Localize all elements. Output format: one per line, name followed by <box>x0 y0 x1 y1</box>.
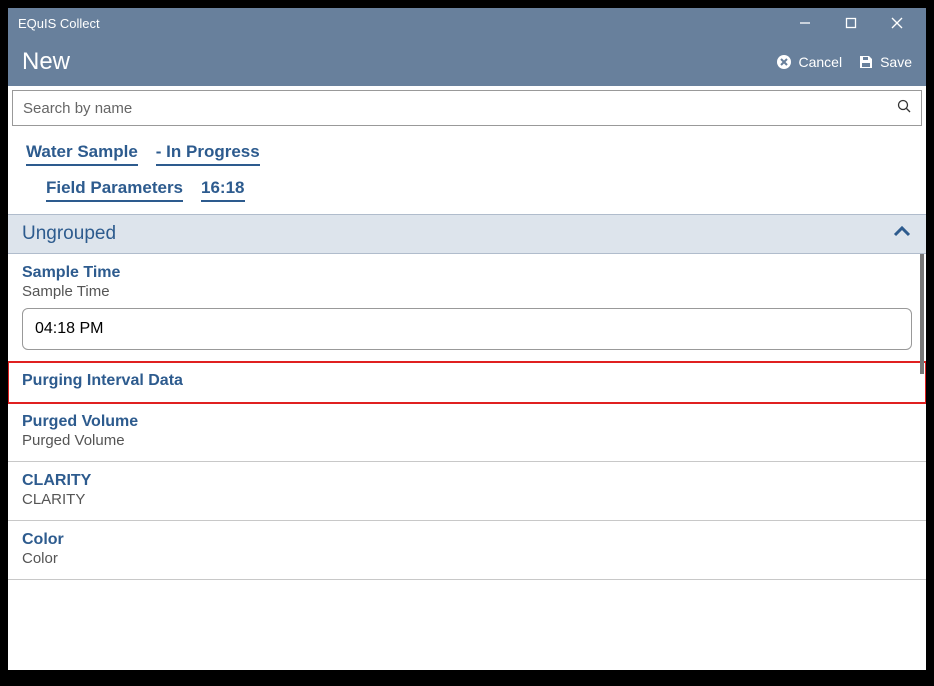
field-sublabel: Color <box>22 550 912 567</box>
save-label: Save <box>880 54 912 70</box>
minimize-button[interactable] <box>782 8 828 38</box>
maximize-button[interactable] <box>828 8 874 38</box>
save-button[interactable]: Save <box>858 54 912 70</box>
field-label: Color <box>22 531 912 549</box>
crumb-in-progress[interactable]: - In Progress <box>156 142 260 166</box>
search-input[interactable] <box>23 100 897 117</box>
breadcrumb-row-2: Field Parameters 16:18 <box>26 172 908 208</box>
search-bar[interactable] <box>12 90 922 126</box>
app-title: EQuIS Collect <box>18 16 782 31</box>
search-icon[interactable] <box>897 99 911 117</box>
field-clarity[interactable]: CLARITY CLARITY <box>8 462 926 521</box>
group-header[interactable]: Ungrouped <box>8 214 926 254</box>
fields-scroll[interactable]: Sample Time Sample Time Purging Interval… <box>8 254 926 670</box>
field-sublabel: Purged Volume <box>22 432 912 449</box>
sample-time-input[interactable] <box>22 308 912 350</box>
cancel-button[interactable]: Cancel <box>776 54 842 70</box>
field-sublabel: Sample Time <box>22 283 912 300</box>
field-color[interactable]: Color Color <box>8 521 926 580</box>
breadcrumb: Water Sample - In Progress Field Paramet… <box>8 126 926 214</box>
page-title: New <box>22 48 760 76</box>
field-purging-interval[interactable]: Purging Interval Data <box>8 362 926 403</box>
titlebar: EQuIS Collect <box>8 8 926 38</box>
field-label: Purged Volume <box>22 413 912 431</box>
close-button[interactable] <box>874 8 920 38</box>
field-label: CLARITY <box>22 472 912 490</box>
field-sublabel: CLARITY <box>22 491 912 508</box>
crumb-water-sample[interactable]: Water Sample <box>26 142 138 166</box>
cancel-label: Cancel <box>798 54 842 70</box>
save-icon <box>858 54 874 70</box>
page-header: New Cancel Save <box>8 38 926 86</box>
field-sample-time[interactable]: Sample Time Sample Time <box>8 254 926 362</box>
field-purged-volume[interactable]: Purged Volume Purged Volume <box>8 403 926 462</box>
cancel-icon <box>776 54 792 70</box>
breadcrumb-row-1: Water Sample - In Progress <box>26 136 908 172</box>
chevron-up-icon[interactable] <box>892 222 912 247</box>
crumb-field-parameters[interactable]: Field Parameters <box>46 178 183 202</box>
app-window: EQuIS Collect New Cancel Save Water Samp… <box>8 8 926 670</box>
group-title: Ungrouped <box>22 223 892 245</box>
crumb-time[interactable]: 16:18 <box>201 178 244 202</box>
field-label: Sample Time <box>22 264 912 282</box>
field-label: Purging Interval Data <box>22 372 912 390</box>
scrollbar[interactable] <box>920 254 924 374</box>
window-controls <box>782 8 920 38</box>
